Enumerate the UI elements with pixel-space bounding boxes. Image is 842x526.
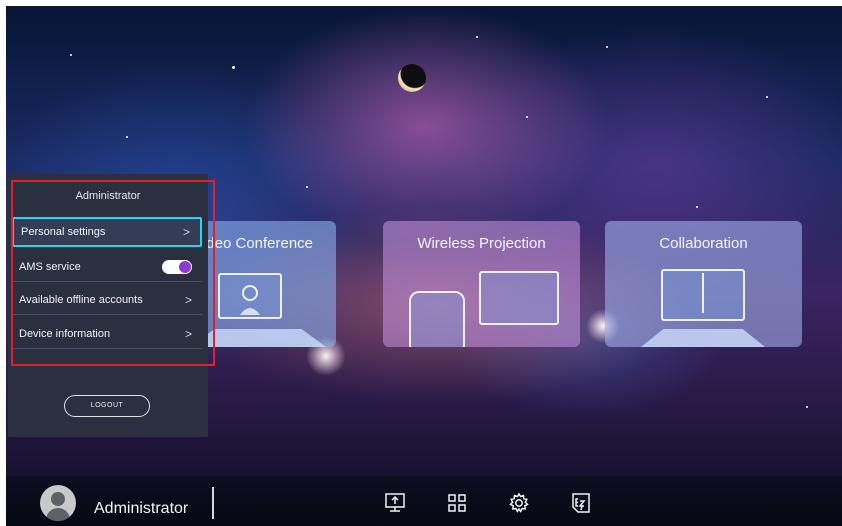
phone-icon (409, 291, 465, 347)
table-shape (641, 329, 765, 347)
star (232, 66, 235, 69)
avatar-head (51, 492, 65, 506)
menu-item-ams-service: AMS service (12, 252, 202, 282)
star (306, 186, 308, 188)
ez-write-icon[interactable] (570, 492, 592, 514)
avatar-body (46, 508, 70, 521)
projection-screen-icon (479, 271, 559, 325)
table-shape (190, 329, 326, 347)
menu-item-personal-settings[interactable]: Personal settings > (12, 217, 202, 247)
star (476, 36, 478, 38)
collaboration-tile[interactable]: Collaboration (605, 221, 802, 347)
video-conference-icon (218, 273, 282, 319)
tile-title: Wireless Projection (417, 235, 546, 252)
star (526, 116, 528, 118)
menu-item-device-information[interactable]: Device information > (12, 319, 202, 349)
tile-title: ideo Conference (202, 235, 314, 252)
apps-grid-icon[interactable] (446, 492, 468, 514)
panel-title: Administrator (75, 190, 141, 202)
chevron-right-icon: > (184, 292, 192, 307)
administrator-panel: Administrator Personal settings > AMS se… (8, 174, 208, 437)
star (70, 54, 72, 56)
wireless-projection-tile[interactable]: Wireless Projection (383, 221, 580, 347)
split-screen-icon (661, 269, 745, 321)
menu-item-label: Personal settings (21, 226, 106, 238)
menu-item-label: Available offline accounts (19, 293, 143, 306)
menu-item-available-offline-accounts[interactable]: Available offline accounts > (12, 285, 202, 315)
chevron-right-icon: > (184, 326, 192, 341)
settings-gear-icon[interactable] (508, 492, 530, 514)
user-name[interactable]: Administrator (94, 500, 188, 518)
video-conference-tile[interactable]: ideo Conference (190, 221, 336, 347)
menu-item-label: Device information (19, 327, 111, 340)
star (126, 136, 128, 138)
menu-item-label: AMS service (19, 260, 81, 273)
star (606, 46, 608, 48)
star (806, 406, 808, 408)
tile-title: Collaboration (659, 235, 748, 252)
screen-share-icon[interactable] (384, 492, 406, 514)
toggle-knob (179, 260, 191, 273)
star (766, 96, 768, 98)
chevron-right-icon: > (182, 225, 190, 239)
planet (398, 64, 426, 92)
logout-button[interactable]: LOGOUT (64, 395, 150, 417)
star (696, 206, 698, 208)
ams-service-toggle[interactable] (162, 259, 192, 274)
user-avatar[interactable] (40, 485, 76, 521)
taskbar-divider (212, 487, 214, 519)
